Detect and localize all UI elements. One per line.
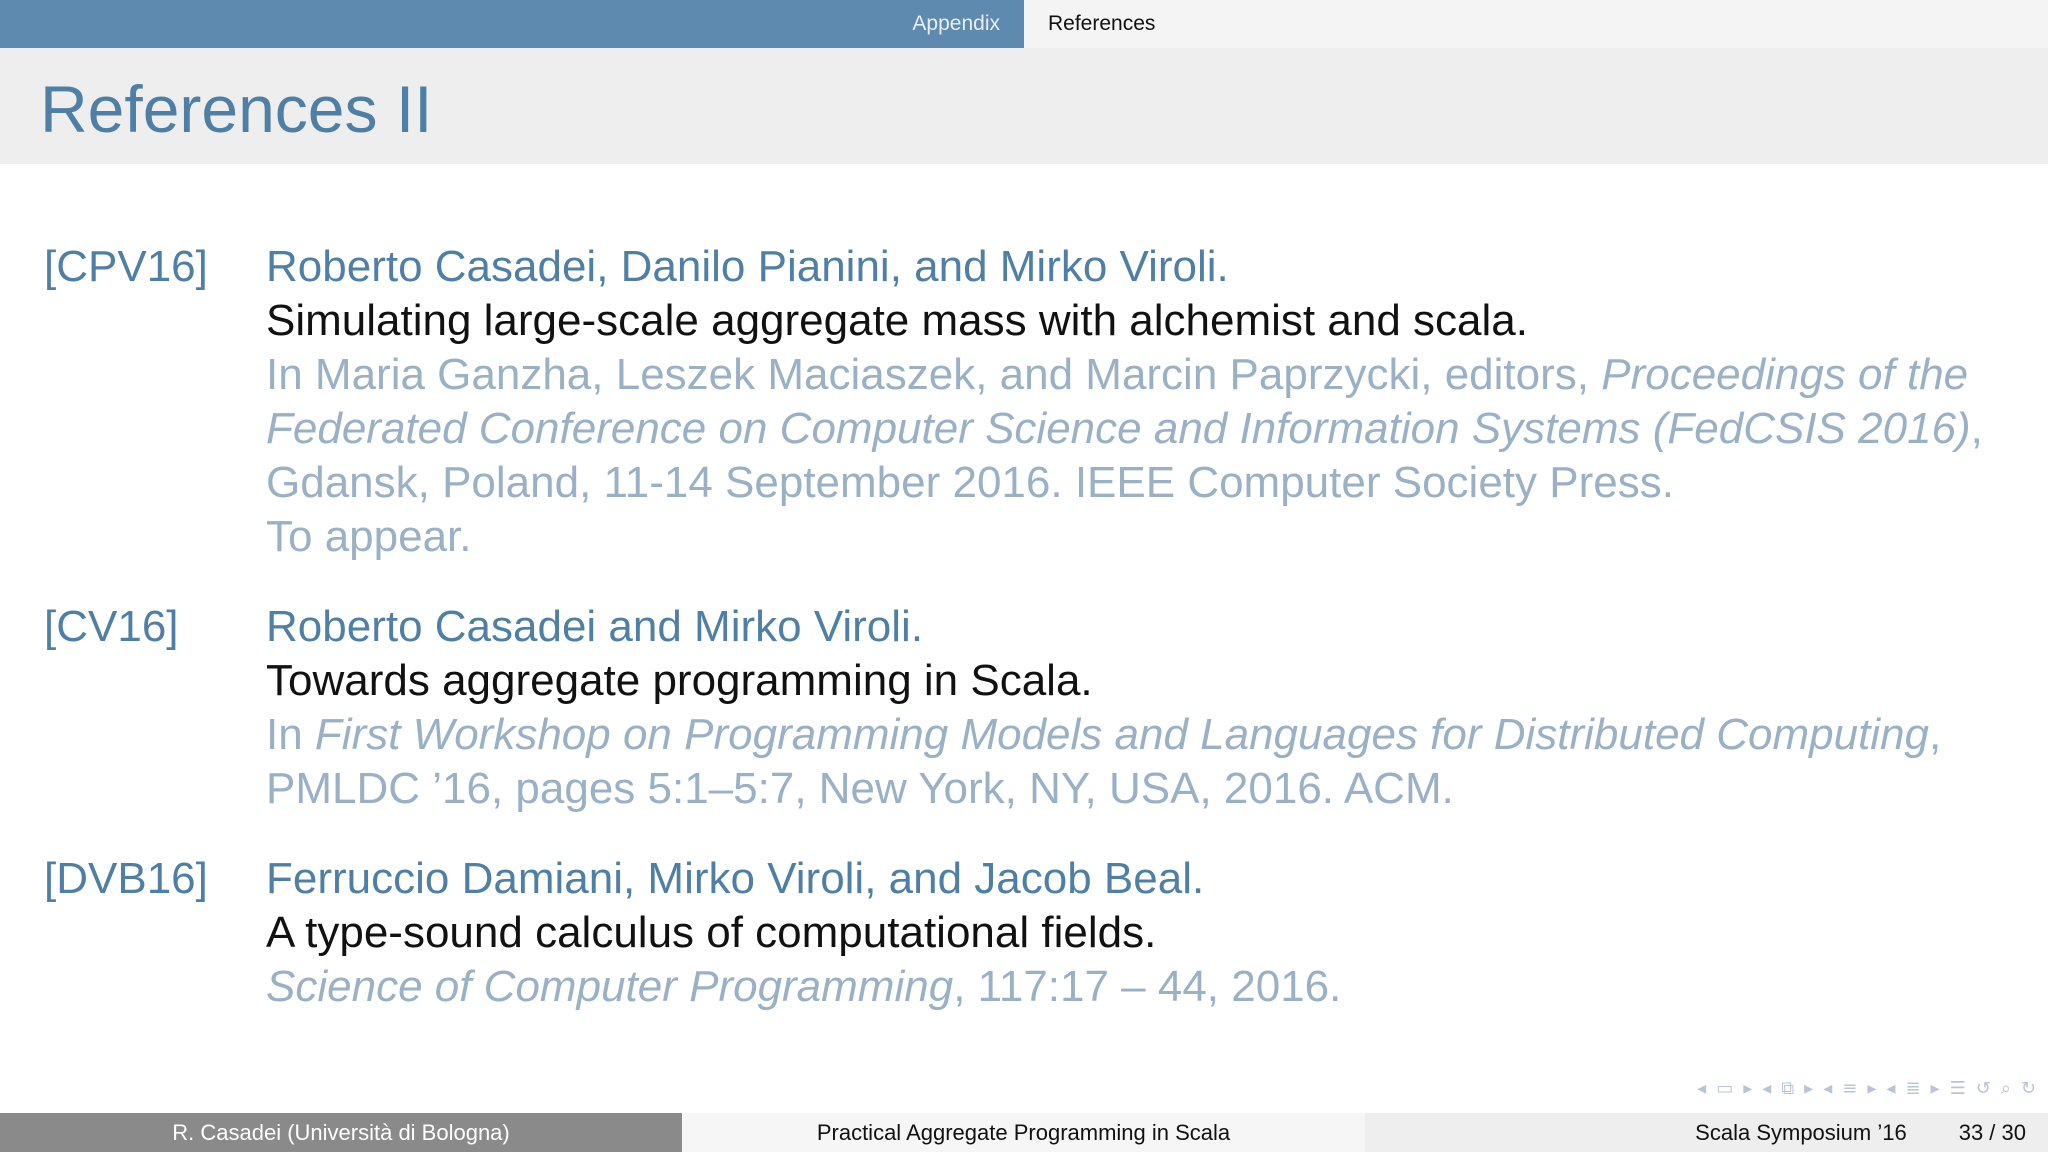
forward-icon[interactable]: ↻ — [2021, 1078, 2036, 1099]
reference-authors: Roberto Casadei and Mirko Viroli. — [266, 602, 924, 651]
nav-left-panel: Appendix — [0, 0, 1024, 48]
reference-title: Simulating large-scale aggregate mass wi… — [266, 296, 1528, 345]
reference-venue: In First Workshop on Programming Models … — [266, 708, 2016, 816]
reference-body: Ferruccio Damiani, Mirko Viroli, and Jac… — [266, 852, 2016, 1014]
back-icon[interactable]: ↺ — [1976, 1078, 1991, 1099]
reference-venue: In Maria Ganzha, Leszek Maciaszek, and M… — [266, 348, 2016, 510]
nav-next-arrow-icon[interactable]: ▸ — [1804, 1078, 1813, 1099]
venue-italic: Science of Computer Programming — [266, 962, 954, 1011]
nav-prev-arrow-icon[interactable]: ◂ — [1762, 1078, 1771, 1099]
venue-prefix: In — [266, 710, 315, 759]
venue-prefix: In Maria Ganzha, Leszek Maciaszek, and M… — [266, 350, 1602, 399]
reference-key: [CPV16] — [44, 242, 208, 291]
beamer-navigation-symbols: ◂ ▭ ▸ ◂ ⧉ ▸ ◂ ≡ ▸ ◂ ≣ ▸ ☰ ↺ ⌕ ↻ — [1697, 1076, 2036, 1100]
reference-key: [DVB16] — [44, 854, 208, 903]
nav-section-appendix[interactable]: Appendix — [888, 0, 1024, 48]
search-icon[interactable]: ⌕ — [2001, 1078, 2011, 1099]
reference-item: [CV16] Roberto Casadei and Mirko Viroli.… — [0, 600, 2048, 816]
footer-event: Scala Symposium ’16 — [1695, 1119, 1907, 1145]
reference-list: [CPV16] Roberto Casadei, Danilo Pianini,… — [0, 240, 2048, 1050]
section-icon[interactable]: ≡ — [1842, 1078, 1857, 1099]
subsection-icon[interactable]: ⧉ — [1781, 1078, 1794, 1099]
frame-icon[interactable]: ▭ — [1716, 1078, 1733, 1099]
nav-next-arrow-icon[interactable]: ▸ — [1931, 1078, 1940, 1099]
reference-venue: Science of Computer Programming, 117:17 … — [266, 960, 2016, 1014]
document-icon[interactable]: ≣ — [1905, 1078, 1920, 1099]
frame-title-bar: References II — [0, 48, 2048, 164]
reference-item: [DVB16] Ferruccio Damiani, Mirko Viroli,… — [0, 852, 2048, 1014]
reference-authors: Roberto Casadei, Danilo Pianini, and Mir… — [266, 242, 1229, 291]
page-number: 33 / 30 — [1958, 1119, 2026, 1145]
reference-body: Roberto Casadei, Danilo Pianini, and Mir… — [266, 240, 2016, 564]
nav-subsection-references[interactable]: References — [1024, 0, 1179, 48]
nav-prev-arrow-icon[interactable]: ◂ — [1697, 1078, 1706, 1099]
venue-suffix: , 117:17 – 44, 2016. — [953, 962, 1342, 1011]
reference-body: Roberto Casadei and Mirko Viroli. Toward… — [266, 600, 2016, 816]
reference-note: To appear. — [266, 512, 472, 561]
nav-right-panel: References — [1024, 0, 2048, 48]
reference-key: [CV16] — [44, 602, 179, 651]
footer-event-panel: Scala Symposium ’16 33 / 30 — [1365, 1113, 2048, 1152]
reference-item: [CPV16] Roberto Casadei, Danilo Pianini,… — [0, 240, 2048, 564]
reference-authors: Ferruccio Damiani, Mirko Viroli, and Jac… — [266, 854, 1205, 903]
nav-next-arrow-icon[interactable]: ▸ — [1743, 1078, 1752, 1099]
reference-title: A type-sound calculus of computational f… — [266, 908, 1157, 957]
venue-italic: First Workshop on Programming Models and… — [314, 710, 1930, 759]
nav-prev-arrow-icon[interactable]: ◂ — [1823, 1078, 1832, 1099]
footer-bar: R. Casadei (Università di Bologna) Pract… — [0, 1113, 2048, 1152]
footer-author: R. Casadei (Università di Bologna) — [0, 1113, 682, 1152]
reference-title: Towards aggregate programming in Scala. — [266, 656, 1093, 705]
footer-talk-title: Practical Aggregate Programming in Scala — [682, 1113, 1365, 1152]
nav-prev-arrow-icon[interactable]: ◂ — [1886, 1078, 1895, 1099]
top-navigation-bar: Appendix References — [0, 0, 2048, 48]
appendix-icon[interactable]: ☰ — [1950, 1078, 1966, 1099]
slide: Appendix References References II [CPV16… — [0, 0, 2048, 1152]
nav-next-arrow-icon[interactable]: ▸ — [1867, 1078, 1876, 1099]
page-title: References II — [40, 72, 433, 146]
